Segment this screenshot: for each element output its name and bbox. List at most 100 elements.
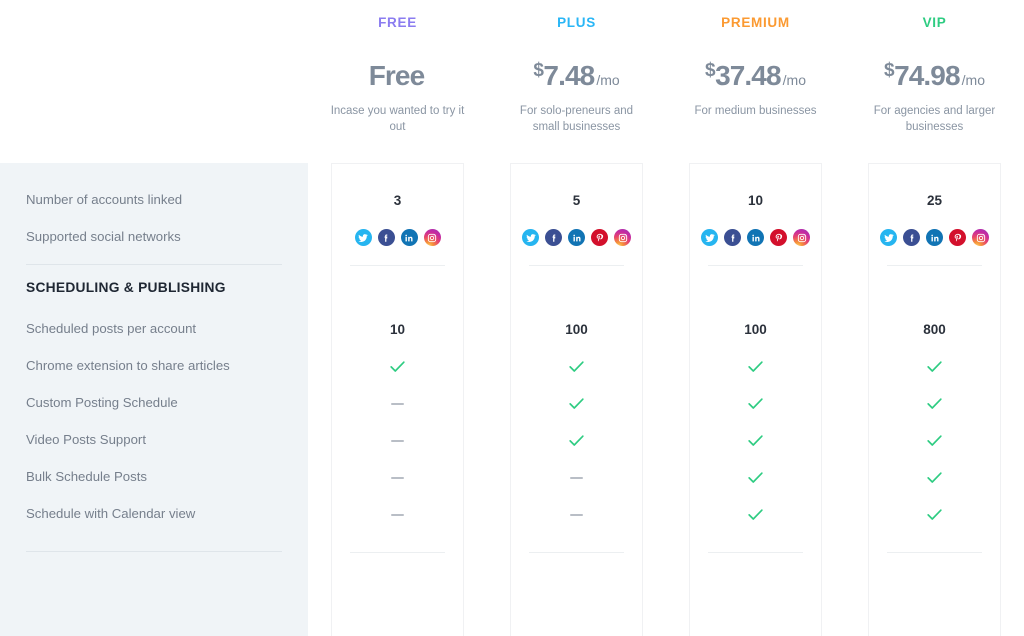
instagram-icon: [972, 229, 989, 246]
card-section-gap-vip: [869, 266, 1000, 311]
plan-tier-premium: PREMIUM: [721, 15, 790, 30]
cell-chrome-extension-plus: [511, 348, 642, 385]
card-section-gap-free: [332, 266, 463, 311]
plan-header-vip: VIP $74.98/mo For agencies and larger bu…: [845, 0, 1024, 163]
check-icon: [748, 509, 763, 520]
plan-header-plus: PLUS $7.48/mo For solo-preneurs and smal…: [487, 0, 666, 163]
dash-icon: [570, 513, 583, 516]
value-scheduled-posts-plus: 100: [565, 322, 588, 337]
price-period-plus: /mo: [596, 71, 620, 88]
card-gap-1-vip: [869, 256, 1000, 265]
cell-custom-posting-schedule-plus: [511, 385, 642, 422]
cell-scheduled-posts-free: 10: [332, 311, 463, 348]
check-icon: [390, 361, 405, 372]
sidebar-top-spacer: [0, 163, 308, 181]
pinterest-icon: [591, 229, 608, 246]
cell-scheduled-posts-premium: 100: [690, 311, 821, 348]
check-icon: [748, 435, 763, 446]
check-icon: [569, 398, 584, 409]
price-currency-plus: $: [533, 59, 544, 81]
card-gap-2-plus: [511, 533, 642, 552]
plan-header-premium: PREMIUM $37.48/mo For medium businesses: [666, 0, 845, 163]
cell-chrome-extension-premium: [690, 348, 821, 385]
linkedin-icon: [568, 229, 585, 246]
cell-accounts-linked-free: 3: [332, 182, 463, 219]
plan-column-free[interactable]: 3 10: [308, 163, 487, 636]
linkedin-icon: [747, 229, 764, 246]
pinterest-icon: [949, 229, 966, 246]
instagram-icon: [614, 229, 631, 246]
feature-label-chrome-extension: Chrome extension to share articles: [26, 358, 230, 373]
plan-price-plus: $7.48/mo: [487, 61, 666, 90]
facebook-icon: [903, 229, 920, 246]
card-top-spacer-vip: [869, 164, 1000, 182]
value-accounts-linked-free: 3: [393, 193, 402, 208]
check-icon: [927, 398, 942, 409]
cell-schedule-calendar-view-free: [332, 496, 463, 533]
cell-chrome-extension-free: [332, 348, 463, 385]
check-icon: [748, 361, 763, 372]
feature-label-sidebar: Number of accounts linked Supported soci…: [0, 163, 308, 636]
card-gap-1-free: [332, 256, 463, 265]
value-scheduled-posts-vip: 800: [923, 322, 946, 337]
cell-custom-posting-schedule-free: [332, 385, 463, 422]
card-top-spacer-premium: [690, 164, 821, 182]
plan-price-free: Free: [308, 61, 487, 90]
cell-video-posts-support-plus: [511, 422, 642, 459]
price-currency-premium: $: [705, 59, 716, 81]
plan-description-premium: For medium businesses: [694, 104, 817, 117]
sidebar-divider-2: [26, 551, 282, 552]
cell-supported-networks-plus: [511, 219, 642, 256]
card-section-gap-premium: [690, 266, 821, 311]
twitter-icon: [522, 229, 539, 246]
plan-column-plus[interactable]: 5 100: [487, 163, 666, 636]
value-scheduled-posts-premium: 100: [744, 322, 767, 337]
instagram-icon: [793, 229, 810, 246]
card-divider-2-vip: [887, 552, 982, 553]
feature-label-scheduled-posts: Scheduled posts per account: [26, 321, 197, 336]
plan-column-premium[interactable]: 10 100: [666, 163, 845, 636]
card-gap-2-premium: [690, 533, 821, 552]
cell-supported-networks-vip: [869, 219, 1000, 256]
twitter-icon: [880, 229, 897, 246]
price-amount-free: Free: [368, 59, 425, 91]
card-divider-2-free: [350, 552, 445, 553]
facebook-icon: [545, 229, 562, 246]
dash-icon: [391, 476, 404, 479]
cell-schedule-calendar-view-vip: [869, 496, 1000, 533]
cell-bulk-schedule-posts-free: [332, 459, 463, 496]
price-period-premium: /mo: [782, 71, 806, 88]
card-section-gap-plus: [511, 266, 642, 311]
card-gap-2-vip: [869, 533, 1000, 552]
feature-label-accounts-linked: Number of accounts linked: [26, 192, 183, 207]
check-icon: [927, 472, 942, 483]
check-icon: [927, 361, 942, 372]
linkedin-icon: [926, 229, 943, 246]
value-accounts-linked-plus: 5: [572, 193, 581, 208]
plan-column-vip[interactable]: 25 800: [845, 163, 1024, 636]
price-amount-vip: 74.98: [894, 59, 960, 91]
feature-label-supported-networks: Supported social networks: [26, 229, 181, 244]
twitter-icon: [701, 229, 718, 246]
dash-icon: [391, 402, 404, 405]
plan-value-columns: 3 10 5 100 10 100 25 800: [308, 163, 1024, 636]
card-divider-2-premium: [708, 552, 803, 553]
price-currency-vip: $: [884, 59, 895, 81]
twitter-icon: [354, 229, 372, 246]
cell-video-posts-support-premium: [690, 422, 821, 459]
cell-custom-posting-schedule-vip: [869, 385, 1000, 422]
linkedin-icon: [400, 229, 418, 246]
price-period-vip: /mo: [961, 71, 985, 88]
price-amount-plus: 7.48: [543, 59, 595, 91]
cell-video-posts-support-free: [332, 422, 463, 459]
check-icon: [569, 361, 584, 372]
sidebar-gap-1: [0, 255, 308, 264]
sidebar-gap-2: [0, 532, 308, 551]
plan-tier-vip: VIP: [922, 15, 947, 30]
card-gap-2-free: [332, 533, 463, 552]
card-top-spacer-plus: [511, 164, 642, 182]
plan-tier-plus: PLUS: [557, 15, 596, 30]
value-accounts-linked-premium: 10: [747, 193, 764, 208]
plan-card-premium: 10 100: [689, 163, 822, 636]
plan-card-plus: 5 100: [510, 163, 643, 636]
